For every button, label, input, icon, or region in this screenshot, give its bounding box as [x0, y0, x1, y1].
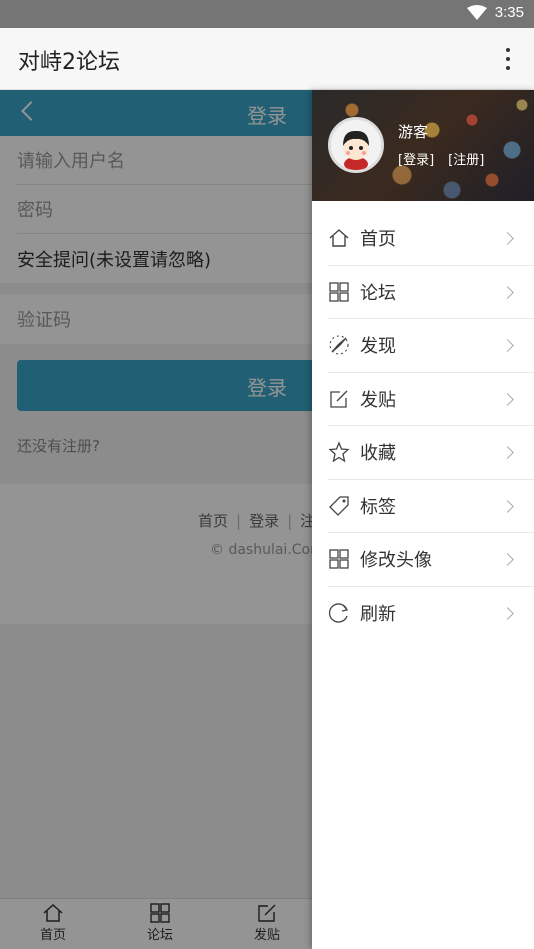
drawer-register-link[interactable]: [注册] — [448, 153, 484, 168]
navigation-drawer: 游客 [登录] [注册] 首页 论坛 发现 发贴 收藏 标签 修改头像 刷新 — [312, 90, 534, 949]
star-icon — [328, 441, 350, 463]
grid-icon — [329, 282, 349, 302]
drawer-item-label: 发现 — [360, 336, 396, 358]
drawer-item-label: 修改头像 — [360, 550, 432, 572]
home-icon — [329, 229, 349, 247]
drawer-item-label: 收藏 — [360, 443, 396, 465]
status-bar: 3:35 — [0, 0, 534, 28]
drawer-item-label: 论坛 — [360, 282, 396, 304]
drawer-item-change-avatar[interactable]: 修改头像 — [328, 533, 534, 587]
tag-icon — [329, 496, 349, 516]
edit-icon — [330, 390, 348, 408]
grid-icon — [329, 549, 349, 569]
drawer-item-favorites[interactable]: 收藏 — [328, 426, 534, 480]
drawer-item-label: 刷新 — [360, 604, 396, 626]
drawer-header: 游客 [登录] [注册] — [312, 90, 534, 201]
chevron-right-icon — [501, 392, 514, 406]
chevron-right-icon — [501, 606, 514, 620]
chevron-right-icon — [501, 285, 514, 299]
more-options-icon[interactable] — [498, 48, 518, 70]
drawer-item-post[interactable]: 发贴 — [328, 373, 534, 426]
refresh-icon — [328, 603, 349, 623]
drawer-item-refresh[interactable]: 刷新 — [328, 587, 534, 641]
chevron-right-icon — [501, 339, 514, 352]
chevron-right-icon — [501, 232, 514, 245]
drawer-login-link[interactable]: [登录] — [398, 153, 434, 168]
drawer-item-tags[interactable]: 标签 — [328, 480, 534, 533]
status-time: 3:35 — [494, 4, 524, 21]
drawer-item-discover[interactable]: 发现 — [328, 319, 534, 373]
drawer-item-forum[interactable]: 论坛 — [328, 266, 534, 319]
drawer-item-label: 发贴 — [360, 389, 396, 411]
chevron-right-icon — [501, 446, 514, 459]
drawer-scrim[interactable] — [0, 90, 312, 949]
drawer-auth-links: [登录] [注册] — [398, 149, 498, 168]
chevron-right-icon — [501, 553, 514, 566]
app-title: 对峙2论坛 — [18, 50, 120, 75]
app-bar: 对峙2论坛 — [0, 28, 534, 90]
compass-icon — [329, 335, 349, 355]
avatar[interactable] — [328, 117, 384, 173]
wifi-icon — [466, 4, 487, 20]
drawer-item-label: 首页 — [360, 229, 396, 251]
drawer-username: 游客 — [398, 123, 429, 141]
drawer-item-home[interactable]: 首页 — [328, 212, 534, 266]
chevron-right-icon — [501, 499, 514, 513]
drawer-item-label: 标签 — [360, 496, 396, 518]
drawer-menu: 首页 论坛 发现 发贴 收藏 标签 修改头像 刷新 — [328, 212, 534, 640]
